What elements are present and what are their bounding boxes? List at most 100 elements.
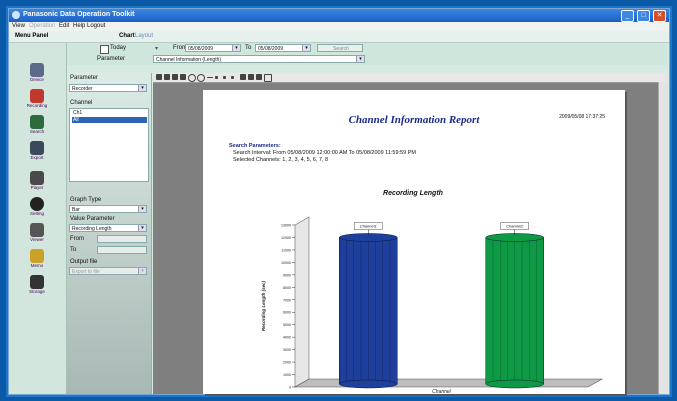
viewer-toolbar — [153, 73, 667, 83]
bar-chart: 0 1000 2000 3000 4000 5000 6000 7000 8000 9000 100… — [261, 216, 604, 394]
window-title: Panasonic Data Operation Toolkit — [23, 11, 135, 18]
sidebar-item-viewer[interactable]: Viewer — [17, 223, 57, 242]
tab-bar: Menu Panel Chart Layout — [9, 31, 669, 43]
setting-icon — [30, 197, 44, 211]
sidebar-item-player[interactable]: Player — [17, 171, 57, 190]
bar-category-label: Channel1 — [360, 223, 377, 228]
filter-bar: Today ▾ From 05/08/2009 ▾ To 05/08/2009 ▾ … — [67, 43, 667, 65]
y-tick-label: 2000 — [283, 361, 291, 365]
period-dropdown-icon[interactable]: ▾ — [155, 45, 158, 52]
menu-edit[interactable]: Edit — [59, 23, 69, 29]
chevron-down-icon: ▾ — [138, 85, 146, 91]
y-tick-label: 7000 — [283, 298, 291, 302]
y-tick-label: 1000 — [283, 373, 291, 377]
parameter-label: Parameter — [97, 56, 126, 62]
bar-category-label: Channel2 — [506, 223, 524, 228]
app-icon — [12, 11, 20, 19]
from-date-field[interactable]: 05/08/2009 ▾ — [185, 44, 241, 52]
export-icon[interactable] — [248, 74, 254, 80]
fit-width-icon[interactable] — [207, 77, 213, 78]
search-button[interactable]: Search — [317, 44, 363, 52]
tab-menu-panel[interactable]: Menu Panel — [15, 33, 48, 39]
y-tick-label: 3000 — [283, 348, 291, 352]
y-tick-label: 4000 — [283, 336, 291, 340]
vertical-scrollbar[interactable] — [658, 82, 667, 394]
y-tick-label: 0 — [289, 386, 291, 390]
to-time-label: To — [70, 247, 77, 253]
minimize-button[interactable]: _ — [621, 10, 634, 22]
graph-type-label: Graph Type — [70, 197, 102, 203]
chevron-down-icon: ▾ — [302, 45, 310, 51]
calendar-icon — [100, 45, 109, 54]
y-tick-label: 9000 — [283, 273, 291, 277]
close-button[interactable]: ✕ — [653, 10, 666, 22]
list-item-selected[interactable]: All — [72, 117, 147, 123]
y-tick-label: 8000 — [283, 286, 291, 290]
last-page-icon[interactable] — [180, 74, 186, 80]
viewer-icon — [30, 223, 44, 237]
page-setup-icon[interactable] — [264, 74, 272, 82]
sidebar-item-search[interactable]: Search — [17, 115, 57, 134]
export-icon — [30, 141, 44, 155]
zoom-in-icon[interactable] — [188, 74, 196, 82]
print-icon[interactable] — [240, 74, 246, 80]
parameter-select[interactable]: Channel Information (Length) ▾ — [153, 55, 365, 63]
chevron-down-icon: ▾ — [138, 206, 146, 212]
report-viewer: Channel Information Report 2009/05/08 17… — [153, 73, 667, 394]
sidebar-item-storage[interactable]: Storage — [17, 275, 57, 294]
sidebar-item-setting[interactable]: Setting — [17, 197, 57, 216]
y-tick-label: 13000 — [281, 224, 291, 228]
chevron-down-icon: ▾ — [356, 56, 364, 62]
recording-icon — [30, 89, 44, 103]
menu-view[interactable]: View — [12, 23, 25, 29]
next-page-icon[interactable] — [172, 74, 178, 80]
sidebar-item-export[interactable]: Export — [17, 141, 57, 160]
value-parameter-label: Value Parameter — [70, 216, 115, 222]
tab-chart[interactable]: Chart — [119, 33, 135, 39]
menu-operation[interactable]: Operation — [29, 23, 55, 29]
storage-icon — [30, 275, 44, 289]
maximize-button[interactable]: □ — [637, 10, 650, 22]
y-tick-label: 12000 — [281, 236, 291, 240]
panel-parameter-select[interactable]: Recorder ▾ — [69, 84, 147, 92]
y-tick-label: 6000 — [283, 311, 291, 315]
sidebar-item-recording[interactable]: Recording — [17, 89, 57, 108]
sidebar-item-device[interactable]: Device — [17, 63, 57, 82]
zoom-out-icon[interactable] — [197, 74, 205, 82]
menu-help[interactable]: Help — [73, 23, 85, 29]
search-icon — [30, 115, 44, 129]
chevron-down-icon: ▾ — [138, 225, 146, 231]
to-label: To — [245, 45, 252, 51]
prev-page-icon[interactable] — [164, 74, 170, 80]
y-tick-label: 5000 — [283, 323, 291, 327]
value-parameter-select[interactable]: Recording Length ▾ — [69, 224, 147, 232]
device-icon — [30, 63, 44, 77]
graph-type-select[interactable]: Bar ▾ — [69, 205, 147, 213]
from-time-field[interactable] — [97, 235, 147, 243]
period-value[interactable]: Today — [110, 45, 126, 51]
chevron-down-icon: ▾ — [138, 268, 146, 274]
channel-list[interactable]: Ch1 All — [69, 108, 149, 182]
bar-bottom-cap — [339, 379, 398, 389]
memo-icon — [30, 249, 44, 263]
list-item[interactable]: Ch1 — [73, 110, 82, 116]
rotate-right-icon[interactable] — [223, 76, 226, 79]
player-icon — [30, 171, 44, 185]
y-tick-label: 10000 — [281, 261, 291, 265]
to-time-field[interactable] — [97, 246, 147, 254]
sidebar-item-memo[interactable]: Memo — [17, 249, 57, 268]
to-date-field[interactable]: 05/08/2009 ▾ — [255, 44, 311, 52]
x-axis-label: Channel — [432, 389, 452, 394]
y-tick-label: 11000 — [281, 248, 291, 252]
chevron-down-icon: ▾ — [232, 45, 240, 51]
y-axis-label: Recording Length (sec) — [261, 280, 266, 331]
first-page-icon[interactable] — [156, 74, 162, 80]
refresh-icon[interactable] — [231, 76, 234, 79]
menu-logout[interactable]: Logout — [87, 23, 105, 29]
chart-side-wall — [294, 216, 310, 388]
save-icon[interactable] — [256, 74, 262, 80]
from-time-label: From — [70, 236, 84, 242]
tab-layout[interactable]: Layout — [135, 33, 153, 39]
output-select[interactable]: Export to file ▾ — [69, 267, 147, 275]
rotate-left-icon[interactable] — [215, 76, 218, 79]
